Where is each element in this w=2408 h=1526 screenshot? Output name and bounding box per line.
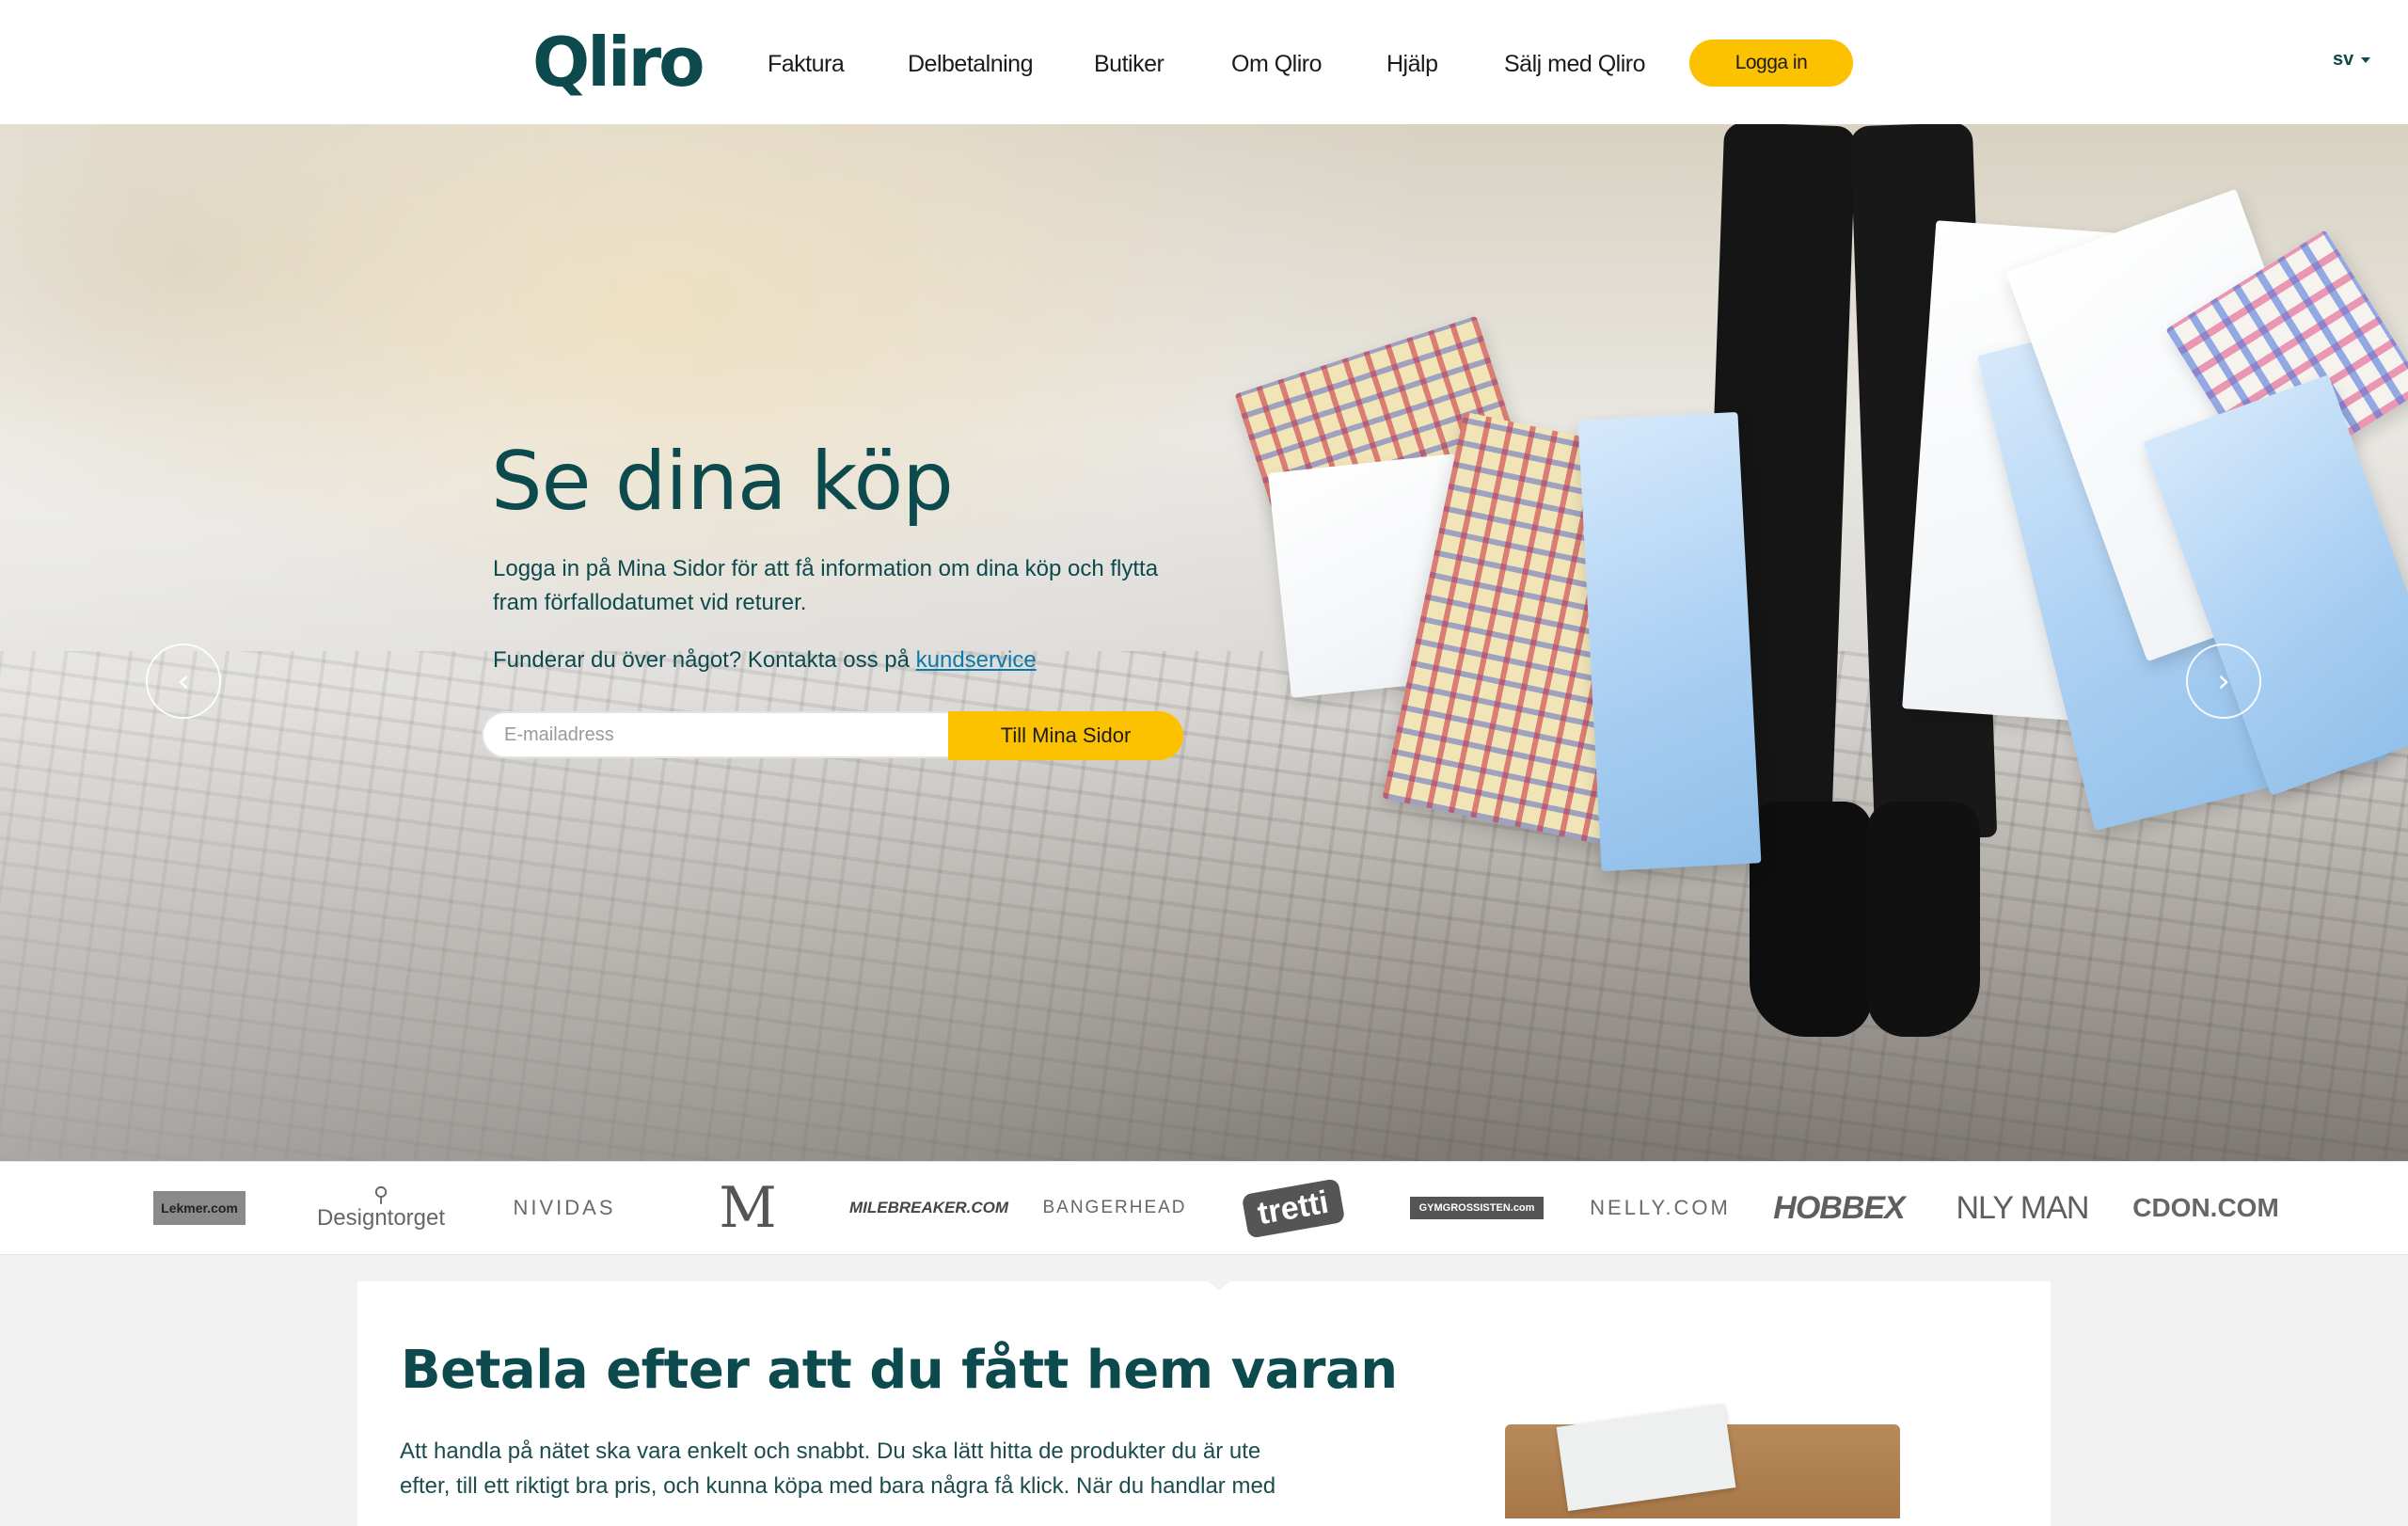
brand-cdon[interactable]: CDON.COM [2132,1162,2279,1254]
brand-label: Designtorget [316,1205,446,1231]
designtorget-icon: ⚲ [372,1183,389,1206]
chevron-right-icon: › [2217,662,2230,700]
caret-down-icon [2361,56,2371,63]
nav-delbetalning[interactable]: Delbetalning [908,51,1034,78]
brand-nividas[interactable]: NIVIDAS [499,1162,630,1254]
brand-hobbex[interactable]: HOBBEX [1773,1162,1905,1254]
shopper-boot-right [1867,802,1980,1037]
brand-m[interactable]: M [705,1162,790,1254]
brand-nelly[interactable]: NELLY.COM [1590,1162,1731,1254]
brand-label: BANGERHEAD [1042,1198,1187,1217]
site-header: Qliro Faktura Delbetalning Butiker Om Ql… [0,0,2408,125]
shopper-boot-left [1750,802,1872,1037]
brand-nly-man[interactable]: NLY MAN [1952,1162,2093,1254]
brand-gymgrossisten[interactable]: GYMGROSSISTEN.com [1409,1162,1545,1254]
customer-service-link[interactable]: kundservice [916,647,1037,673]
brand-label: GYMGROSSISTEN.com [1409,1197,1545,1219]
brand-bangerhead[interactable]: BANGERHEAD [1042,1162,1187,1254]
brand-designtorget[interactable]: ⚲ Designtorget [310,1162,452,1254]
card-notch [1193,1266,1245,1291]
brand-label: NLY MAN [1956,1189,2089,1226]
brand-label: NIVIDAS [513,1196,616,1219]
brand-label: CDON.COM [2132,1193,2279,1222]
to-my-pages-button[interactable]: Till Mina Sidor [948,711,1183,760]
brand-lekmer[interactable]: Lekmer.com [141,1162,258,1254]
shopping-bag [1577,411,1762,872]
brand-label: Lekmer.com [153,1191,246,1225]
brand-label: HOBBEX [1773,1189,1905,1226]
hero-contact: Funderar du över något? Kontakta oss på … [493,647,1037,674]
brand-milebreaker[interactable]: MILEBREAKER.COM [849,1162,1008,1254]
login-button[interactable]: Logga in [1689,40,1853,87]
language-code: sv [2333,49,2354,70]
hero-description: Logga in på Mina Sidor för att få inform… [493,556,1159,615]
brand-label: MILEBREAKER.COM [848,1199,1009,1216]
partner-logos: Lekmer.com ⚲ Designtorget NIVIDAS M MILE… [0,1161,2408,1255]
section-title: Betala efter att du fått hem varan [401,1340,1398,1401]
nav-butiker[interactable]: Butiker [1094,51,1164,78]
contact-text: Funderar du över något? Kontakta oss på [493,647,910,673]
qliro-logo[interactable]: Qliro [532,19,705,105]
carousel-next-button[interactable]: › [2186,644,2261,719]
hero-title: Se dina köp [491,435,954,529]
brand-label: tretti [1241,1177,1346,1239]
hero-banner: Se dina köp Logga in på Mina Sidor för a… [0,124,2408,1161]
language-selector[interactable]: sv [2333,49,2371,71]
section-text: Att handla på nätet ska vara enkelt och … [400,1439,1276,1499]
carousel-prev-button[interactable]: ‹ [146,644,221,719]
chevron-left-icon: ‹ [177,662,190,700]
nav-om-qliro[interactable]: Om Qliro [1231,51,1323,78]
nav-hjalp[interactable]: Hjälp [1386,51,1438,78]
nav-faktura[interactable]: Faktura [768,51,845,78]
email-input[interactable] [482,711,950,758]
brand-label: M [719,1175,777,1241]
nav-salj-med-qliro[interactable]: Sälj med Qliro [1504,51,1646,78]
brand-label: NELLY.COM [1590,1196,1731,1219]
brand-tretti[interactable]: tretti [1241,1162,1346,1254]
